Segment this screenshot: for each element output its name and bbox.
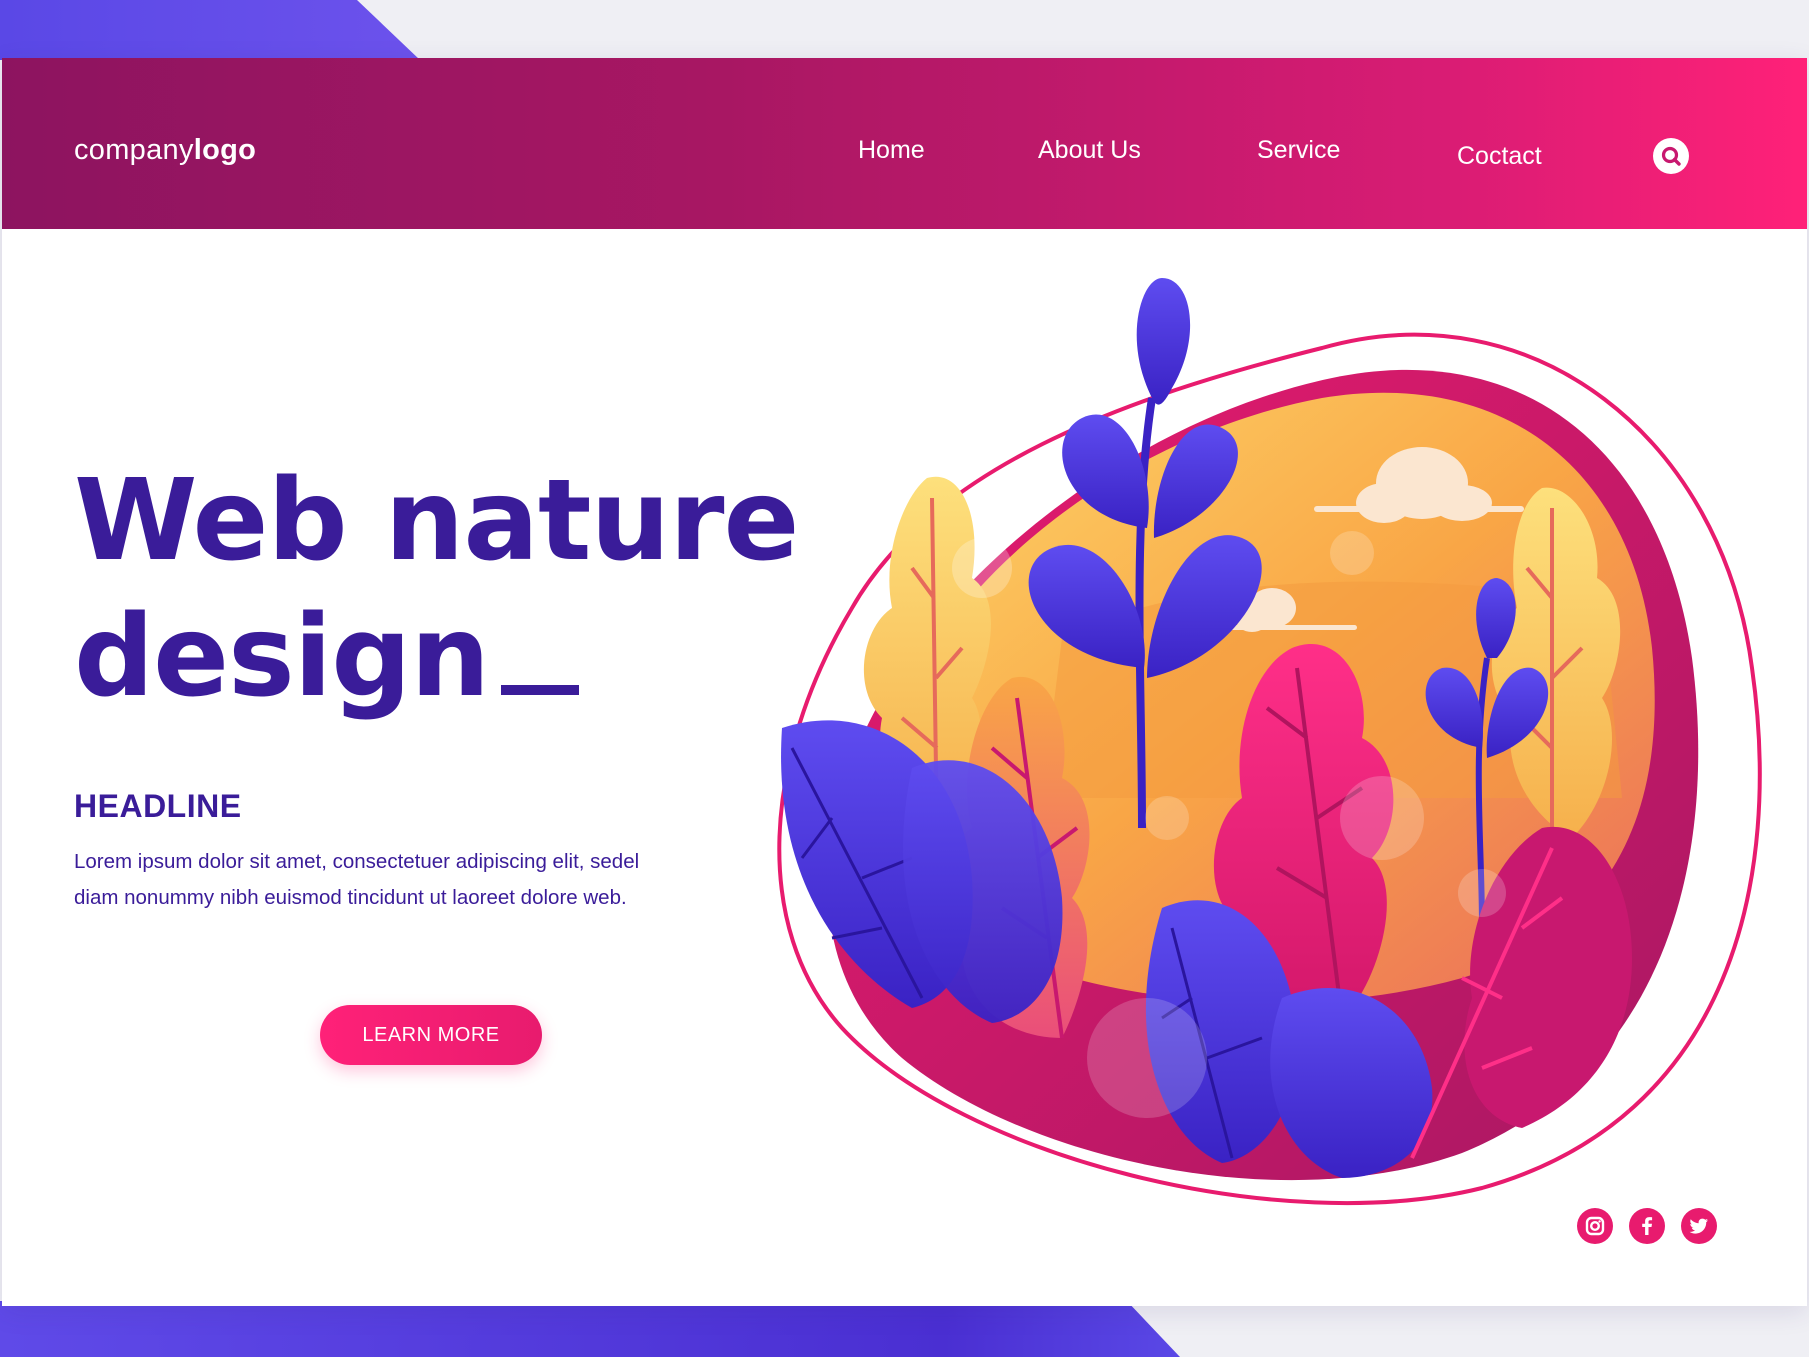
facebook-icon xyxy=(1642,1217,1653,1235)
landing-page: companylogo Home About Us Service Coctac… xyxy=(2,58,1807,1306)
search-icon xyxy=(1661,146,1681,166)
company-logo[interactable]: companylogo xyxy=(74,134,256,167)
hero-title: Web nature design xyxy=(74,453,799,725)
nav-about-us[interactable]: About Us xyxy=(1038,136,1141,165)
body-text: Lorem ipsum dolor sit amet, consectetuer… xyxy=(74,844,764,916)
nav-home[interactable]: Home xyxy=(858,136,925,165)
body-text-line-2: diam nonummy nibh euismod tincidunt ut l… xyxy=(74,886,627,909)
logo-text-regular: company xyxy=(74,134,194,166)
facebook-button[interactable] xyxy=(1629,1208,1665,1244)
decor-bottom-shape xyxy=(0,1301,1180,1357)
instagram-icon xyxy=(1585,1216,1605,1236)
text-cursor xyxy=(501,685,580,695)
nav-contact[interactable]: Coctact xyxy=(1457,142,1542,171)
nature-illustration xyxy=(777,278,1762,1205)
nav-service[interactable]: Service xyxy=(1257,136,1340,165)
headline: HEADLINE xyxy=(74,788,242,824)
twitter-button[interactable] xyxy=(1681,1208,1717,1244)
hero-title-line-2: design xyxy=(74,592,490,722)
body-text-line-1: Lorem ipsum dolor sit amet, consectetuer… xyxy=(74,850,640,873)
hero-title-line-1: Web nature xyxy=(74,456,799,586)
decor-top-shape xyxy=(0,0,420,60)
navbar: companylogo Home About Us Service Coctac… xyxy=(2,58,1807,229)
logo-text-bold: logo xyxy=(193,134,257,166)
search-button[interactable] xyxy=(1653,138,1689,174)
twitter-icon xyxy=(1689,1218,1708,1234)
instagram-button[interactable] xyxy=(1577,1208,1613,1244)
learn-more-button[interactable]: LEARN MORE xyxy=(320,1005,542,1065)
